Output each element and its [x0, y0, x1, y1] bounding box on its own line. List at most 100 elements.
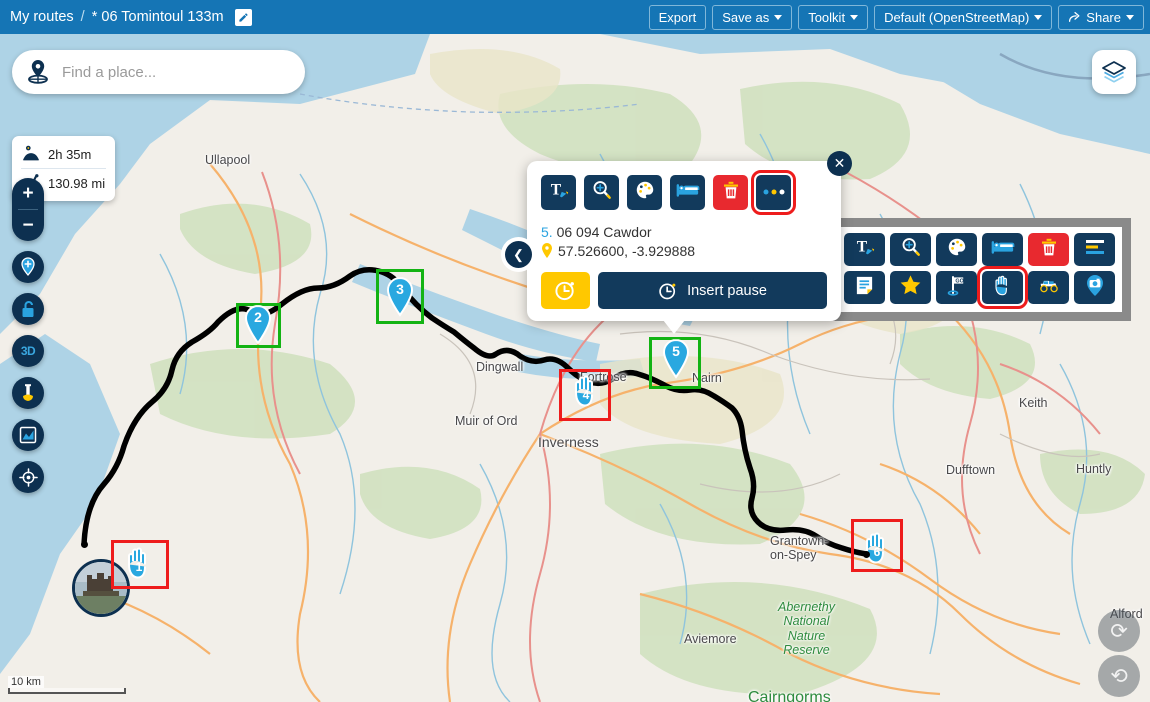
note-tool[interactable] [844, 271, 885, 304]
zoom-in-button[interactable]: + [12, 178, 44, 209]
duration-value: 2h 35m [48, 146, 92, 162]
pencil-icon[interactable] [234, 8, 252, 26]
note-icon [854, 275, 875, 301]
text-edit-icon: T [548, 179, 570, 206]
waypoint-name: 06 094 Cawdor [556, 224, 652, 240]
route-waypoint-marker[interactable]: 1 [124, 543, 154, 583]
offroad-vehicle-tool[interactable] [1028, 271, 1069, 304]
offroad-car-icon [1037, 276, 1061, 299]
chevron-down-icon [774, 14, 783, 20]
layers-button[interactable] [1092, 50, 1136, 94]
insert-pause-button[interactable]: Insert pause [598, 272, 827, 309]
chevron-left-icon[interactable]: ❮ [505, 241, 532, 268]
route-start-dot [81, 541, 88, 548]
hand-icon [993, 274, 1013, 301]
route-planner-app: My routes / * 06 Tomintoul 133m Export S… [0, 0, 1150, 702]
export-label: Export [658, 9, 697, 25]
zoom-out-button[interactable]: − [12, 210, 44, 241]
rotate-clockwise-button[interactable]: ⟳ [1098, 610, 1140, 652]
color-palette-tool[interactable] [936, 233, 977, 266]
trash-icon [1039, 236, 1059, 263]
marker-number: 5 [672, 343, 680, 359]
route-end-dot [863, 551, 870, 558]
list-order-tool[interactable] [1074, 233, 1115, 266]
elevation-profile-icon [19, 426, 37, 444]
add-text-tool[interactable]: T [541, 175, 576, 210]
delete-waypoint-tool[interactable] [1028, 233, 1069, 266]
top-bar-buttons: Export Save as Toolkit Default (OpenStre… [648, 4, 1144, 30]
palette-icon [946, 236, 968, 263]
search-input[interactable]: Find a place... [62, 64, 156, 81]
rotate-cw-icon: ⟳ [1110, 619, 1128, 643]
elevation-pin-button[interactable] [12, 377, 44, 409]
breadcrumb-root[interactable]: My routes [10, 9, 74, 25]
overnight-stay-tool[interactable] [982, 233, 1023, 266]
magnifier-plus-icon [900, 236, 922, 263]
search-bar[interactable]: Find a place... [12, 50, 305, 94]
add-text-tool[interactable]: T [844, 233, 885, 266]
duration-row: 2h 35m [21, 143, 106, 165]
star-icon [899, 274, 922, 301]
elevation-chart-button[interactable] [12, 419, 44, 451]
waypoint-coordinates: 57.526600, -3.929888 [558, 243, 696, 259]
toolkit-label: Toolkit [808, 9, 846, 25]
marker-number: 2 [254, 309, 262, 325]
breadcrumb-separator: / [80, 9, 85, 25]
share-label: Share [1086, 9, 1121, 25]
route-waypoint-marker[interactable]: 2 [243, 304, 273, 345]
route-waypoint-marker[interactable]: 6 [862, 528, 892, 568]
popup-tool-row: T [541, 170, 827, 215]
popup-tail [663, 320, 685, 334]
favourite-tool[interactable] [890, 271, 931, 304]
ellipsis-icon [762, 184, 786, 202]
rotate-counterclockwise-button[interactable]: ⟲ [1098, 655, 1140, 697]
more-options-tool[interactable] [751, 170, 796, 215]
top-bar: My routes / * 06 Tomintoul 133m Export S… [0, 0, 1150, 34]
photo-location-tool[interactable] [1074, 271, 1115, 304]
3d-label: 3D [20, 344, 36, 358]
pause-hand-tool[interactable] [977, 266, 1028, 309]
clock-icon [659, 283, 676, 299]
close-icon[interactable]: ✕ [827, 151, 852, 176]
delete-waypoint-tool[interactable] [713, 175, 748, 210]
go-flag-icon: GO [946, 274, 968, 301]
3d-view-button[interactable]: 3D [12, 335, 44, 367]
pause-timer-button[interactable] [541, 272, 590, 309]
go-flag-tool[interactable]: GO [936, 271, 977, 304]
save-as-button[interactable]: Save as [712, 4, 793, 30]
add-waypoint-button[interactable] [12, 251, 44, 283]
route-waypoint-marker[interactable]: 4 [571, 371, 601, 411]
route-waypoint-marker[interactable]: 3 [385, 276, 415, 317]
basemap-select-button[interactable]: Default (OpenStreetMap) [874, 4, 1053, 30]
lock-route-button[interactable] [12, 293, 44, 325]
share-button[interactable]: Share [1058, 4, 1144, 30]
route-waypoint-marker[interactable]: 5 [661, 338, 691, 379]
overnight-stay-tool[interactable] [670, 175, 705, 210]
basemap-tiles [0, 34, 1150, 702]
scale-label: 10 km [8, 676, 44, 688]
scale-bar: 10 km [8, 676, 126, 694]
text-edit-icon: T [854, 236, 876, 263]
chevron-down-icon [1126, 14, 1134, 20]
zoom-to-point-tool[interactable] [890, 233, 931, 266]
waypoint-number: 5. [541, 224, 553, 240]
stats-divider [21, 168, 106, 169]
toolkit-button[interactable]: Toolkit [798, 4, 869, 30]
breadcrumb-current: * 06 Tomintoul 133m [91, 9, 224, 25]
list-bars-icon [1084, 238, 1106, 261]
color-palette-tool[interactable] [627, 175, 662, 210]
lighthouse-icon [23, 384, 33, 401]
center-map-button[interactable] [12, 461, 44, 493]
crosshair-icon [18, 467, 38, 487]
rider-icon [22, 145, 40, 161]
clock-icon [555, 281, 574, 301]
magnifier-plus-icon [591, 179, 613, 206]
map-canvas[interactable]: UllapoolDornochDingwallFortroseNairnMuir… [0, 34, 1150, 702]
marker-number: 3 [396, 281, 404, 297]
waypoint-popup: ✕ ❮ T 5. 06 094 Cawdor 57.526600, -3.929… [505, 151, 852, 334]
share-icon [1069, 11, 1080, 22]
export-button[interactable]: Export [648, 4, 707, 30]
zoom-to-point-tool[interactable] [584, 175, 619, 210]
extended-tools-grid: T GO [844, 233, 1115, 309]
palette-icon [634, 179, 656, 206]
